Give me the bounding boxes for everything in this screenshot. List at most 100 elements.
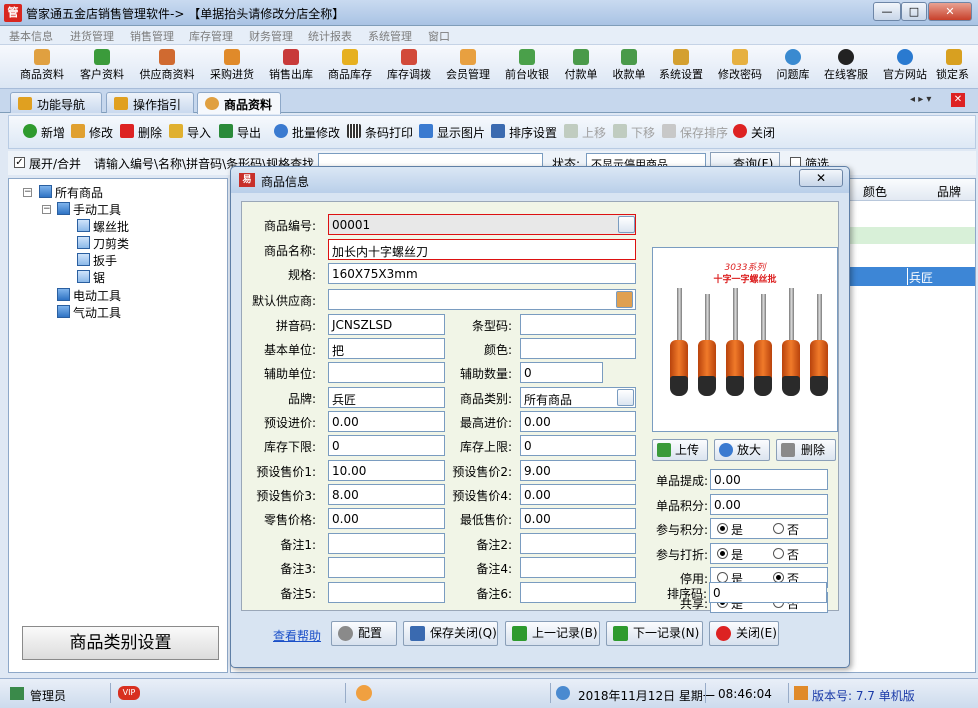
category-picker-icon[interactable] xyxy=(617,389,634,406)
zoom-image-button[interactable]: 放大 xyxy=(714,439,770,461)
tool-password[interactable]: 修改密码 xyxy=(712,47,768,87)
prev-record-button[interactable]: 上一记录(B) xyxy=(505,621,600,646)
menu-finance[interactable]: 财务管理 xyxy=(249,28,293,44)
add-button[interactable]: 新增 xyxy=(23,124,65,141)
tab-guide[interactable]: 操作指引 xyxy=(106,92,194,113)
retail-field[interactable]: 0.00 xyxy=(328,508,445,529)
tool-online-service[interactable]: 在线客服 xyxy=(818,47,874,87)
color-field[interactable] xyxy=(520,338,636,359)
price3-field[interactable]: 8.00 xyxy=(328,484,445,505)
aux-unit-field[interactable] xyxy=(328,362,445,383)
next-record-button[interactable]: 下一记录(N) xyxy=(606,621,703,646)
delete-image-button[interactable]: 删除 xyxy=(776,439,836,461)
tab-nav[interactable]: 功能导航 xyxy=(10,92,102,113)
note3-field[interactable] xyxy=(328,557,445,578)
delete-button[interactable]: 删除 xyxy=(120,124,162,141)
column-brand[interactable]: 品牌 xyxy=(937,183,961,200)
tool-transfer[interactable]: 库存调拨 xyxy=(381,47,437,87)
tree-node-saw[interactable]: 锯 xyxy=(77,269,105,286)
name-field[interactable]: 加长内十字螺丝刀 xyxy=(328,239,636,260)
minimize-button[interactable]: — xyxy=(873,2,901,21)
tool-question[interactable]: 问题库 xyxy=(770,47,816,87)
tree-toggle[interactable]: − xyxy=(42,205,51,214)
cost-field[interactable]: 0.00 xyxy=(328,411,445,432)
dialog-close-button[interactable]: ✕ xyxy=(799,169,843,187)
edit-code-icon[interactable] xyxy=(618,216,635,233)
join-points-yes-radio[interactable] xyxy=(717,523,728,534)
tab-scroll-arrows[interactable]: ◂ ▸ ▾ xyxy=(910,94,931,105)
expand-checkbox[interactable]: ✓ xyxy=(14,157,25,168)
note1-field[interactable] xyxy=(328,533,445,554)
tool-member[interactable]: 会员管理 xyxy=(440,47,496,87)
show-image-button[interactable]: 显示图片 xyxy=(419,124,485,141)
tool-customer[interactable]: 客户资料 xyxy=(74,47,130,87)
move-down-button[interactable]: 下移 xyxy=(613,124,655,141)
export-button[interactable]: 导出 xyxy=(219,124,261,141)
menu-reports[interactable]: 统计报表 xyxy=(308,28,352,44)
tool-sales[interactable]: 销售出库 xyxy=(263,47,319,87)
tool-settings[interactable]: 系统设置 xyxy=(653,47,709,87)
menu-basic-info[interactable]: 基本信息 xyxy=(9,28,53,44)
price2-field[interactable]: 9.00 xyxy=(520,460,636,481)
tree-toggle[interactable]: − xyxy=(23,188,32,197)
unit-field[interactable]: 把 xyxy=(328,338,445,359)
batch-edit-button[interactable]: 批量修改 xyxy=(274,124,340,141)
menu-window[interactable]: 窗口 xyxy=(428,28,450,44)
barcode-print-button[interactable]: 条码打印 xyxy=(347,124,413,141)
tool-goods[interactable]: 商品资料 xyxy=(14,47,70,87)
tool-stock[interactable]: 商品库存 xyxy=(322,47,378,87)
tool-lock[interactable]: 锁定系 xyxy=(936,47,978,87)
dialog-title-bar[interactable]: 易 商品信息 ✕ xyxy=(231,167,849,193)
menu-system[interactable]: 系统管理 xyxy=(368,28,412,44)
supplier-field[interactable] xyxy=(328,289,636,310)
join-discount-yes-radio[interactable] xyxy=(717,548,728,559)
import-button[interactable]: 导入 xyxy=(169,124,211,141)
tree-node-manual-tools[interactable]: 手动工具 xyxy=(57,201,121,218)
edit-button[interactable]: 修改 xyxy=(71,124,113,141)
tool-cashier[interactable]: 前台收银 xyxy=(499,47,555,87)
tree-node-cutters[interactable]: 刀剪类 xyxy=(77,235,129,252)
min-stock-field[interactable]: 0 xyxy=(328,435,445,456)
menu-purchase[interactable]: 进货管理 xyxy=(70,28,114,44)
note4-field[interactable] xyxy=(520,557,636,578)
tool-payment[interactable]: 付款单 xyxy=(558,47,604,87)
tree-node-screwdriver[interactable]: 螺丝批 xyxy=(77,218,129,235)
tool-receipt[interactable]: 收款单 xyxy=(606,47,652,87)
tab-goods[interactable]: 商品资料 xyxy=(197,92,281,114)
max-stock-field[interactable]: 0 xyxy=(520,435,636,456)
aux-qty-field[interactable]: 0 xyxy=(520,362,603,383)
note2-field[interactable] xyxy=(520,533,636,554)
category-settings-button[interactable]: 商品类别设置 xyxy=(22,626,219,660)
points-field[interactable]: 0.00 xyxy=(710,494,828,515)
config-button[interactable]: 配置 xyxy=(331,621,397,646)
tool-website[interactable]: 官方网站 xyxy=(877,47,933,87)
brand-field[interactable]: 兵匠 xyxy=(328,387,445,408)
sort-settings-button[interactable]: 排序设置 xyxy=(491,124,557,141)
upload-image-button[interactable]: 上传 xyxy=(652,439,708,461)
move-up-button[interactable]: 上移 xyxy=(564,124,606,141)
tool-purchase[interactable]: 采购进货 xyxy=(204,47,260,87)
commission-field[interactable]: 0.00 xyxy=(710,469,828,490)
dialog-close-action-button[interactable]: 关闭(E) xyxy=(709,621,779,646)
code-field[interactable]: 00001 xyxy=(328,214,636,235)
note6-field[interactable] xyxy=(520,582,636,603)
save-sort-button[interactable]: 保存排序 xyxy=(662,124,728,141)
save-close-button[interactable]: 保存关闭(Q) xyxy=(403,621,498,646)
spec-field[interactable]: 160X75X3mm xyxy=(328,263,636,284)
close-window-button[interactable]: ✕ xyxy=(928,2,972,21)
menu-stock[interactable]: 库存管理 xyxy=(189,28,233,44)
price1-field[interactable]: 10.00 xyxy=(328,460,445,481)
pinyin-field[interactable]: JCNSZLSD xyxy=(328,314,445,335)
barcode-field[interactable] xyxy=(520,314,636,335)
min-price-field[interactable]: 0.00 xyxy=(520,508,636,529)
tree-node-power-tools[interactable]: 电动工具 xyxy=(57,287,121,304)
sort-field[interactable]: 0 xyxy=(709,582,827,603)
maximize-button[interactable]: □ xyxy=(901,2,927,21)
close-tab-button[interactable]: 关闭 xyxy=(733,124,775,141)
tree-node-root[interactable]: 所有商品 xyxy=(39,184,103,201)
tool-supplier[interactable]: 供应商资料 xyxy=(134,47,200,87)
note5-field[interactable] xyxy=(328,582,445,603)
tree-node-wrench[interactable]: 扳手 xyxy=(77,252,117,269)
tab-close-button[interactable]: ✕ xyxy=(951,93,965,107)
max-cost-field[interactable]: 0.00 xyxy=(520,411,636,432)
